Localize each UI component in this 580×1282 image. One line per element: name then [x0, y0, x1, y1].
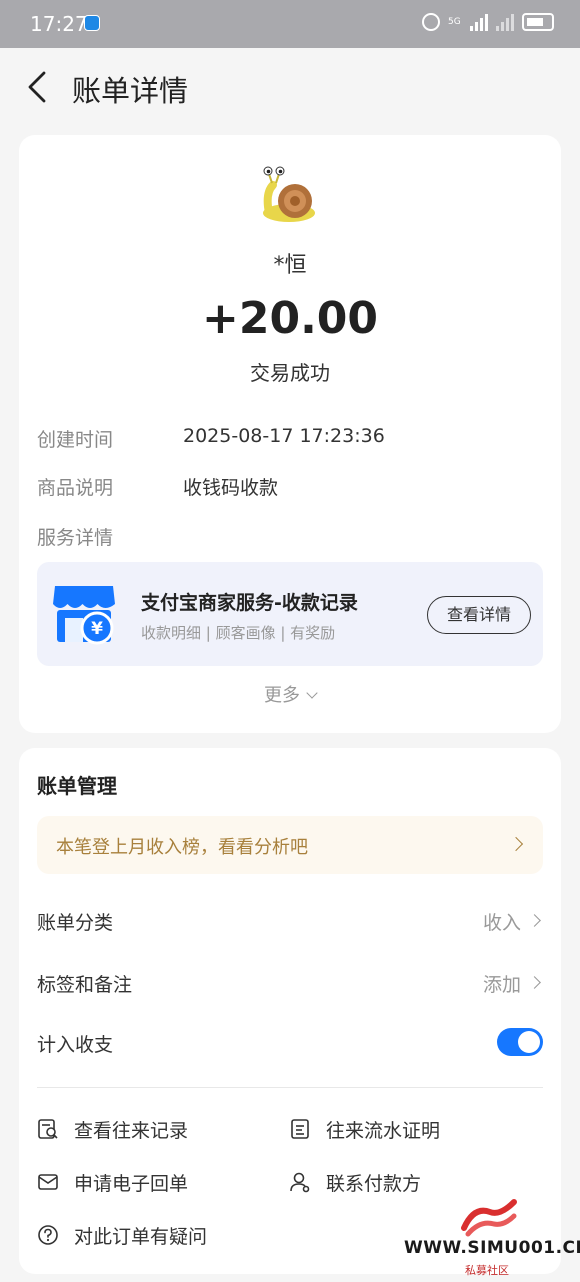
service-title: 支付宝商家服务-收款记录 [141, 592, 358, 614]
e-receipt-label: 申请电子回单 [74, 1173, 189, 1195]
chevron-right-icon [508, 836, 524, 852]
chevron-down-icon [306, 687, 318, 699]
status-bar: 17:27 5G [0, 0, 580, 48]
signal-icon [470, 13, 488, 31]
more-button[interactable]: 更多 [19, 681, 561, 707]
page-title: 账单详情 [72, 74, 189, 108]
watermark-url: WWW.SIMU001.CN [404, 1238, 580, 1258]
store-yuan-icon: ¥ [53, 586, 115, 645]
include-in-stats-row: 计入收支 [37, 1022, 543, 1062]
order-question-label: 对此订单有疑问 [74, 1226, 208, 1248]
watermark: WWW.SIMU001.CN 私募社区 [394, 1196, 580, 1282]
transaction-amount: +20.00 [201, 293, 379, 344]
created-time-label: 创建时间 [37, 429, 114, 451]
bill-category-value: 收入 [482, 912, 521, 934]
signal-2-icon [496, 13, 514, 31]
tags-notes-row[interactable]: 标签和备注 添加 [37, 962, 543, 1002]
contact-person-icon [290, 1172, 310, 1193]
product-desc-value: 收钱码收款 [183, 477, 279, 499]
header: 账单详情 [0, 48, 580, 128]
status-icons: 5G [422, 13, 554, 31]
divider [37, 1087, 543, 1088]
status-time: 17:27 [30, 12, 88, 36]
transaction-card: *恒 +20.00 交易成功 创建时间 2025-08-17 17:23:36 … [19, 135, 561, 733]
back-arrow-icon[interactable] [24, 70, 52, 104]
section-title: 账单管理 [37, 774, 117, 798]
bill-category-label: 账单分类 [37, 912, 114, 934]
app-notification-icon [84, 15, 100, 31]
created-time-value: 2025-08-17 17:23:36 [183, 425, 385, 447]
toggle-knob [518, 1031, 540, 1053]
order-question-button[interactable]: 对此订单有疑问 [37, 1220, 277, 1250]
more-label: 更多 [264, 685, 300, 706]
chevron-right-icon [528, 914, 541, 927]
income-rank-banner[interactable]: 本笔登上月收入榜，看看分析吧 [37, 816, 543, 874]
alarm-icon [422, 13, 440, 31]
watermark-subtitle: 私募社区 [465, 1264, 509, 1277]
statement-proof-label: 往来流水证明 [326, 1120, 441, 1142]
view-records-button[interactable]: 查看往来记录 [37, 1114, 257, 1144]
statement-proof-button[interactable]: 往来流水证明 [289, 1114, 509, 1144]
tags-notes-value: 添加 [482, 974, 521, 996]
service-subtitle: 收款明细 | 顾客画像 | 有奖励 [141, 624, 336, 642]
view-details-button[interactable]: 查看详情 [427, 596, 531, 634]
product-desc-label: 商品说明 [37, 477, 114, 499]
merchant-service-card[interactable]: ¥ 支付宝商家服务-收款记录 收款明细 | 顾客画像 | 有奖励 查看详情 [37, 562, 543, 666]
records-search-icon [38, 1119, 58, 1139]
svg-text:¥: ¥ [91, 619, 103, 639]
banner-text: 本笔登上月收入榜，看看分析吧 [56, 837, 308, 858]
contact-payer-button[interactable]: 联系付款方 [289, 1167, 509, 1197]
tags-notes-label: 标签和备注 [37, 974, 133, 996]
question-circle-icon [38, 1225, 58, 1245]
include-in-stats-label: 计入收支 [37, 1034, 114, 1056]
snail-avatar-icon [263, 166, 315, 222]
view-records-label: 查看往来记录 [74, 1120, 189, 1142]
transaction-status: 交易成功 [250, 361, 330, 385]
include-in-stats-toggle[interactable] [497, 1028, 543, 1056]
envelope-icon [38, 1174, 58, 1190]
chevron-right-icon [528, 976, 541, 989]
battery-icon [522, 13, 554, 31]
contact-payer-label: 联系付款方 [326, 1173, 422, 1195]
e-receipt-button[interactable]: 申请电子回单 [37, 1167, 257, 1197]
network-type-label: 5G [448, 16, 461, 27]
service-details-label: 服务详情 [37, 527, 114, 549]
statement-doc-icon [291, 1119, 309, 1139]
bill-category-row[interactable]: 账单分类 收入 [37, 900, 543, 940]
payer-name: *恒 [273, 253, 307, 278]
watermark-logo-icon [461, 1199, 517, 1237]
